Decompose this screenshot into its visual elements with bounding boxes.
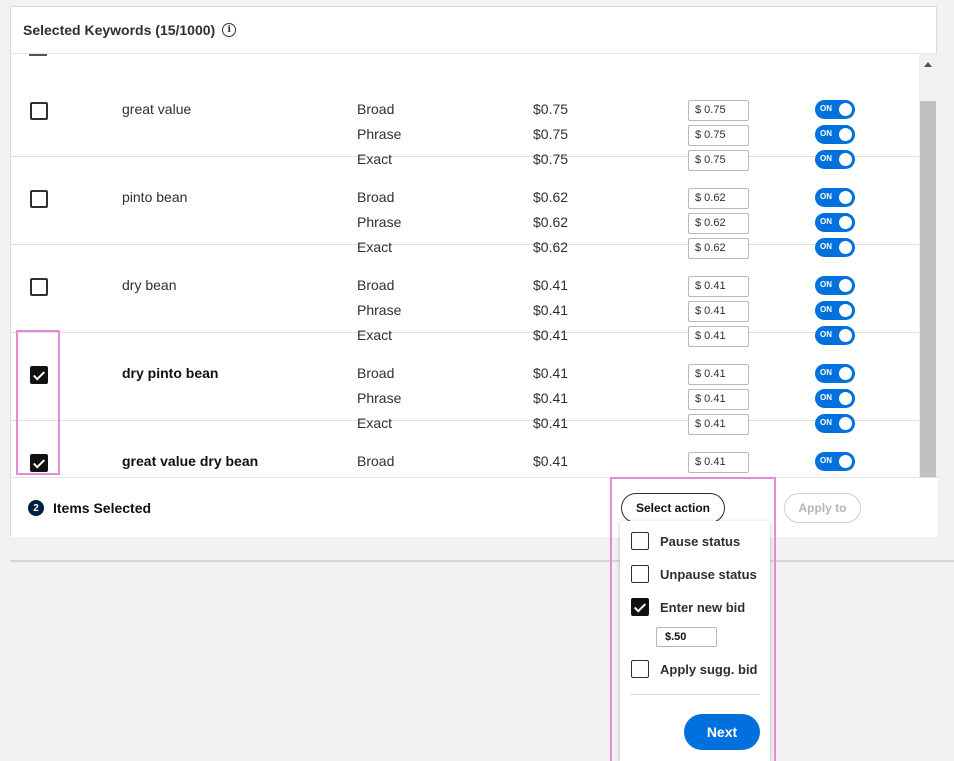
toggle-knob — [839, 103, 852, 116]
toggle-on-label: ON — [820, 217, 832, 226]
match-type-row: Broad $0.62 $ 0.62 ON — [11, 188, 919, 214]
bid-input[interactable]: $ 0.41 — [688, 452, 749, 473]
match-type-row: Phrase $0.41 $ 0.41 ON — [11, 389, 919, 415]
match-type: Broad — [357, 189, 395, 205]
keyword-group: dry bean Broad $0.41 $ 0.41 ON Phrase $0.41 $ 0… — [11, 245, 919, 347]
panel-title: Selected Keywords (15/1000) — [23, 22, 216, 38]
select-action-button[interactable]: Select action — [621, 493, 725, 523]
bid-input[interactable]: $ 0.41 — [688, 276, 749, 297]
keyword-group: pinto bean Broad $0.62 $ 0.62 ON Phrase $0.62 $… — [11, 157, 919, 259]
bid-input[interactable]: $ 0.41 — [688, 389, 749, 410]
status-toggle[interactable]: ON — [815, 100, 855, 119]
suggested-bid: $0.41 — [533, 365, 569, 381]
suggested-bid: $0.41 — [533, 390, 569, 406]
match-type: Phrase — [357, 126, 402, 142]
apply-sugg-bid-checkbox[interactable] — [631, 660, 649, 678]
option-pause-status[interactable]: Pause status — [631, 531, 740, 551]
match-type-row: Broad $0.75 $ 0.75 ON — [11, 100, 919, 126]
status-toggle[interactable]: ON — [815, 188, 855, 207]
suggested-bid: $0.62 — [533, 214, 569, 230]
scroll-thumb[interactable] — [920, 101, 936, 477]
bid-input[interactable]: $ 0.75 — [688, 100, 749, 121]
info-icon[interactable]: i — [222, 23, 237, 37]
dropdown-divider — [630, 694, 760, 695]
select-action-dropdown: Pause status Unpause status Enter new bi… — [620, 521, 770, 761]
bid-input[interactable]: $ 0.41 — [688, 301, 749, 322]
option-label: Apply sugg. bid — [660, 661, 758, 677]
toggle-on-label: ON — [820, 305, 832, 314]
toggle-knob — [839, 279, 852, 292]
suggested-bid: $0.41 — [533, 277, 569, 293]
suggested-bid: $0.75 — [533, 101, 569, 117]
items-selected-label: Items Selected — [53, 500, 152, 516]
option-unpause-status[interactable]: Unpause status — [631, 564, 757, 584]
option-enter-new-bid[interactable]: Enter new bid — [631, 597, 745, 617]
page-divider — [10, 560, 954, 562]
toggle-on-label: ON — [820, 456, 832, 465]
apply-to-button[interactable]: Apply to — [784, 493, 861, 523]
table-scrollbar[interactable] — [919, 54, 937, 477]
match-type: Phrase — [357, 390, 402, 406]
bid-input[interactable]: $ 0.41 — [688, 364, 749, 385]
option-label: Enter new bid — [660, 599, 746, 615]
keyword-group: great value Broad $0.75 $ 0.75 ON Phrase $0.75… — [11, 69, 919, 171]
new-bid-input[interactable]: $.50 — [656, 627, 717, 647]
status-toggle[interactable]: ON — [815, 364, 855, 383]
toggle-knob — [839, 367, 852, 380]
toggle-on-label: ON — [820, 129, 832, 138]
bid-input[interactable]: $ 0.75 — [688, 125, 749, 146]
keywords-table: great value Broad $0.75 $ 0.75 ON Phrase $0.75… — [11, 54, 919, 477]
pause-status-checkbox[interactable] — [631, 532, 649, 550]
match-type-row: Broad $0.41 $ 0.41 ON — [11, 276, 919, 302]
option-label: Unpause status — [660, 566, 757, 582]
match-type: Broad — [357, 365, 395, 381]
toggle-knob — [839, 191, 852, 204]
bid-input[interactable]: $ 0.62 — [688, 213, 749, 234]
suggested-bid: $0.41 — [533, 453, 569, 469]
toggle-on-label: ON — [820, 280, 832, 289]
match-type-row: Phrase $0.75 $ 0.75 ON — [11, 125, 919, 151]
selection-footer: 2 Items Selected Select action Apply to — [11, 477, 938, 537]
status-toggle[interactable]: ON — [815, 301, 855, 320]
option-apply-sugg-bid[interactable]: Apply sugg. bid — [631, 659, 758, 679]
keyword-group: dry pinto bean Broad $0.41 $ 0.41 ON Phrase $0… — [11, 333, 919, 435]
option-label: Pause status — [660, 533, 741, 549]
enter-new-bid-checkbox[interactable] — [631, 598, 649, 616]
toggle-knob — [839, 304, 852, 317]
suggested-bid: $0.41 — [533, 302, 569, 318]
match-type: Phrase — [357, 302, 402, 318]
toggle-on-label: ON — [820, 104, 832, 113]
toggle-knob — [839, 455, 852, 468]
match-type-row: Phrase $0.41 $ 0.41 ON — [11, 301, 919, 327]
toggle-knob — [839, 128, 852, 141]
toggle-on-label: ON — [820, 393, 832, 402]
bid-input[interactable]: $ 0.62 — [688, 188, 749, 209]
unpause-status-checkbox[interactable] — [631, 565, 649, 583]
previous-row-checkbox-edge — [29, 54, 47, 56]
scroll-up-arrow-icon[interactable] — [924, 62, 932, 67]
toggle-on-label: ON — [820, 192, 832, 201]
selected-keywords-panel: Selected Keywords (15/1000) i great valu… — [10, 6, 938, 537]
suggested-bid: $0.75 — [533, 126, 569, 142]
toggle-knob — [839, 392, 852, 405]
status-toggle[interactable]: ON — [815, 125, 855, 144]
next-button[interactable]: Next — [684, 714, 760, 750]
match-type-row: Broad $0.41 $ 0.41 ON — [11, 364, 919, 390]
keyword-group: great value dry beanBroad$0.41$ 0.41ONPh… — [11, 421, 919, 477]
match-type: Broad — [357, 453, 395, 469]
status-toggle[interactable]: ON — [815, 389, 855, 408]
panel-header: Selected Keywords (15/1000) i — [11, 7, 936, 54]
match-type-row: Broad $0.41 $ 0.41 ON — [11, 452, 919, 477]
toggle-on-label: ON — [820, 368, 832, 377]
match-type-row: Phrase $0.62 $ 0.62 ON — [11, 213, 919, 239]
match-type: Phrase — [357, 214, 402, 230]
toggle-knob — [839, 216, 852, 229]
suggested-bid: $0.62 — [533, 189, 569, 205]
status-toggle[interactable]: ON — [815, 213, 855, 232]
match-type: Broad — [357, 277, 395, 293]
match-type: Broad — [357, 101, 395, 117]
status-toggle[interactable]: ON — [815, 452, 855, 471]
status-toggle[interactable]: ON — [815, 276, 855, 295]
selected-count-badge: 2 — [28, 500, 44, 516]
